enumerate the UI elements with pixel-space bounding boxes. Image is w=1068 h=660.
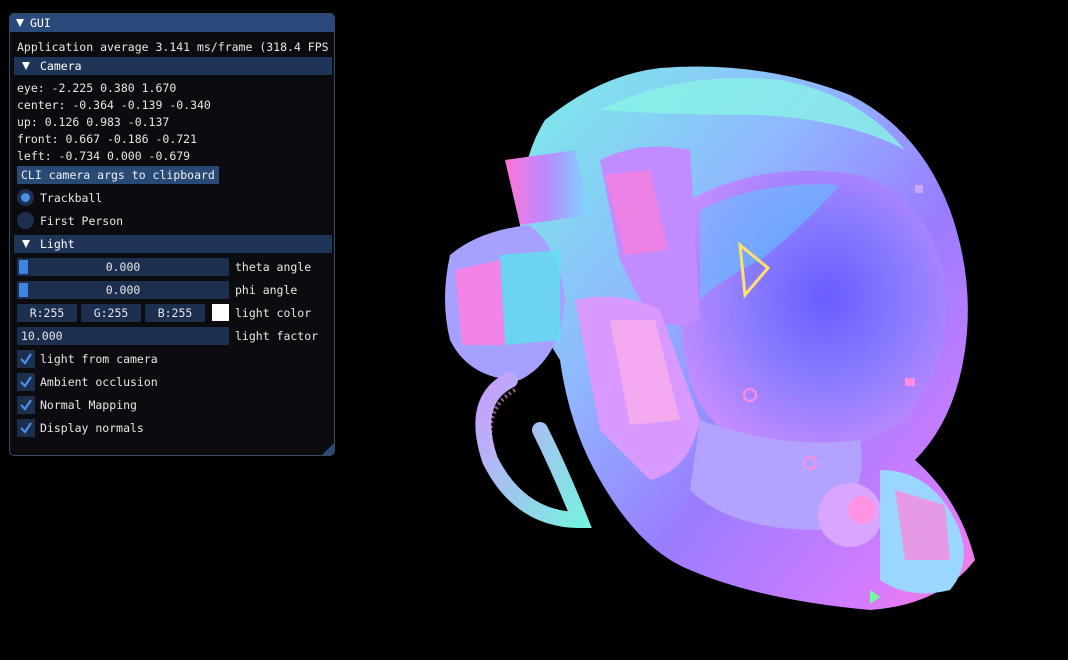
phi-value: 0.000 [105,283,141,297]
camera-center: center: -0.364 -0.139 -0.340 [17,98,211,112]
light-color-swatch[interactable] [212,304,229,321]
camera-left: left: -0.734 0.000 -0.679 [17,149,191,163]
checkmark-icon [20,422,32,434]
color-r-input[interactable]: R:255 [17,304,77,322]
light-collapse-icon [22,240,30,248]
checkmark-icon [20,353,32,365]
camera-eye: eye: -2.225 0.380 1.670 [17,81,177,95]
checkbox-ambient-occlusion[interactable]: Ambient occlusion [17,373,158,391]
radio-first-person-label: First Person [40,213,124,228]
light-color-label: light color [235,306,312,320]
radio-circle [17,212,34,229]
camera-front: front: 0.667 -0.186 -0.721 [17,132,198,146]
checkbox-box[interactable] [17,419,35,437]
theta-value: 0.000 [105,260,141,274]
camera-section-header[interactable]: Camera [14,57,332,75]
cli-camera-args-button[interactable]: CLI camera args to clipboard [17,166,219,184]
theta-label: theta angle [235,260,312,274]
light-factor-input[interactable]: 10.000 [17,327,229,345]
display-normals-label: Display normals [40,421,144,435]
radio-trackball[interactable]: Trackball [17,189,102,206]
ambient-occlusion-label: Ambient occlusion [40,375,158,389]
light-header-label: Light [40,237,75,251]
checkbox-box[interactable] [17,396,35,414]
checkmark-icon [20,376,32,388]
camera-header-label: Camera [40,59,82,73]
theta-angle-slider[interactable]: 0.000 [17,258,229,276]
gui-titlebar[interactable]: GUI [10,14,334,32]
checkmark-icon [20,399,32,411]
checkbox-normal-mapping[interactable]: Normal Mapping [17,396,137,414]
normal-mapping-label: Normal Mapping [40,398,137,412]
fps-stats: Application average 3.141 ms/frame (318.… [17,40,329,54]
collapse-triangle-icon[interactable] [16,19,24,27]
radio-circle [17,189,34,206]
light-section-header[interactable]: Light [14,235,332,253]
gui-title: GUI [30,16,51,30]
radio-selected-dot [21,193,30,202]
light-from-camera-label: light from camera [40,352,158,366]
light-factor-label: light factor [235,329,319,343]
phi-angle-slider[interactable]: 0.000 [17,281,229,299]
checkbox-box[interactable] [17,350,35,368]
checkbox-box[interactable] [17,373,35,391]
resize-grip-icon[interactable] [322,443,334,455]
radio-trackball-label: Trackball [40,190,103,205]
color-g-input[interactable]: G:255 [81,304,141,322]
gui-window[interactable]: GUI Application average 3.141 ms/frame (… [9,13,335,456]
phi-label: phi angle [235,283,298,297]
color-b-input[interactable]: B:255 [145,304,205,322]
camera-up: up: 0.126 0.983 -0.137 [17,115,170,129]
checkbox-display-normals[interactable]: Display normals [17,419,144,437]
camera-collapse-icon [22,62,30,70]
checkbox-light-from-camera[interactable]: light from camera [17,350,158,368]
radio-first-person[interactable]: First Person [17,212,123,229]
